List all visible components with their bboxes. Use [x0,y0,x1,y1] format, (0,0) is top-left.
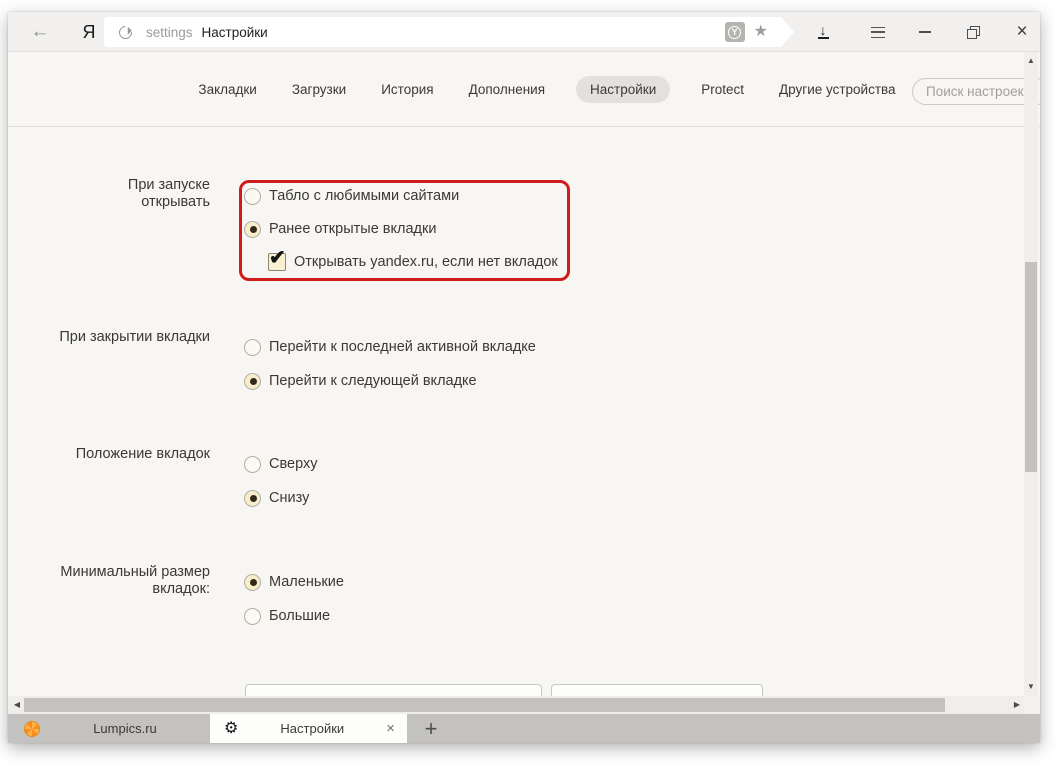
bottom-tab-bar: Lumpics.ru ⚙ Настройки × + [8,714,1040,743]
radio-option-bottom[interactable]: Снизу [244,488,317,508]
restore-button[interactable] [959,12,987,52]
nav-tab-extensions[interactable]: Дополнения [465,76,549,103]
protect-shield-icon[interactable]: Y [725,22,745,42]
setting-label: При запуске открывать [8,177,210,211]
setting-row-startup: При запуске открывать Табло с любимыми с… [8,180,570,281]
nav-tab-downloads[interactable]: Загрузки [288,76,350,103]
settings-search-input[interactable]: Поиск настроек [912,78,1040,105]
radio-icon[interactable] [244,221,261,238]
radio-icon[interactable] [244,608,261,625]
restore-icon [967,26,980,39]
nav-tab-bookmarks[interactable]: Закладки [194,76,260,103]
radio-option-top[interactable]: Сверху [244,454,317,474]
setting-label: Минимальный размер вкладок: [8,564,210,598]
scroll-left-icon[interactable]: ◀ [10,696,24,714]
nav-tab-other-devices[interactable]: Другие устройства [775,76,900,103]
partial-dropdown-2[interactable] [551,684,763,696]
horizontal-scroll-thumb[interactable] [24,698,945,712]
vertical-scrollbar[interactable]: ▲ ▼ [1024,52,1038,696]
minimize-icon [919,31,931,33]
new-tab-button[interactable]: + [416,714,446,743]
close-window-button[interactable]: × [1007,12,1037,52]
browser-tab-settings-active[interactable]: ⚙ Настройки × [210,714,407,743]
address-page-title: Настройки [202,25,268,40]
back-button[interactable]: ← [26,12,54,52]
checkbox-option-open-yandex[interactable]: ✔ Открывать yandex.ru, если нет вкладок [268,252,567,272]
browser-window: ← Я settings Настройки Y ★ ↓ × [8,12,1040,743]
horizontal-scrollbar[interactable]: ◀ ▶ [8,696,1040,714]
vertical-scroll-thumb[interactable] [1025,262,1037,472]
radio-icon[interactable] [244,188,261,205]
refresh-icon[interactable] [116,23,134,41]
nav-tab-history[interactable]: История [377,76,437,103]
yandex-logo[interactable]: Я [76,12,102,52]
menu-button[interactable] [864,12,892,52]
downloads-button[interactable]: ↓ [809,12,837,52]
partial-dropdown-1[interactable] [245,684,542,696]
scroll-right-icon[interactable]: ▶ [1010,696,1024,714]
highlight-red-box: Табло с любимыми сайтами Ранее открытые … [239,180,570,281]
bookmark-star-icon[interactable]: ★ [754,22,768,42]
settings-nav: Закладки Загрузки История Дополнения Нас… [8,52,1040,127]
gear-icon: ⚙ [224,721,238,737]
setting-row-tab-size: Минимальный размер вкладок: Маленькие Бо… [8,572,344,640]
setting-label: Положение вкладок [8,446,210,463]
radio-option-tableau[interactable]: Табло с любимыми сайтами [244,186,567,206]
radio-icon[interactable] [244,339,261,356]
hamburger-icon [871,27,885,38]
radio-icon[interactable] [244,456,261,473]
radio-icon[interactable] [244,574,261,591]
address-site-label: settings [146,25,193,40]
download-bar [818,37,829,39]
close-tab-icon[interactable]: × [386,720,395,737]
scroll-down-icon[interactable]: ▼ [1024,680,1038,694]
scrollbar-corner [1024,696,1040,714]
nav-tab-protect[interactable]: Protect [697,76,748,103]
radio-option-large[interactable]: Большие [244,606,344,626]
orange-slice-icon [24,721,40,737]
nav-tab-settings[interactable]: Настройки [576,76,670,103]
radio-option-last-active-tab[interactable]: Перейти к последней активной вкладке [244,337,536,357]
scroll-up-icon[interactable]: ▲ [1024,54,1038,68]
setting-label: При закрытии вкладки [8,329,210,346]
download-arrow-icon: ↓ [820,25,827,36]
setting-row-tab-close: При закрытии вкладки Перейти к последней… [8,337,536,405]
radio-option-next-tab[interactable]: Перейти к следующей вкладке [244,371,536,391]
browser-tab-lumpics[interactable]: Lumpics.ru [12,714,210,743]
minimize-button[interactable] [911,12,939,52]
setting-row-tab-position: Положение вкладок Сверху Снизу [8,454,317,522]
radio-icon[interactable] [244,373,261,390]
checkmark-icon: ✔ [269,245,286,270]
radio-option-small[interactable]: Маленькие [244,572,344,592]
browser-toolbar: ← Я settings Настройки Y ★ ↓ × [8,12,1040,52]
radio-option-previous-tabs[interactable]: Ранее открытые вкладки [244,219,567,239]
address-bar[interactable]: settings Настройки Y ★ [104,17,794,47]
checkbox-icon[interactable]: ✔ [268,253,286,271]
radio-icon[interactable] [244,490,261,507]
settings-page: Закладки Загрузки История Дополнения Нас… [8,52,1040,696]
